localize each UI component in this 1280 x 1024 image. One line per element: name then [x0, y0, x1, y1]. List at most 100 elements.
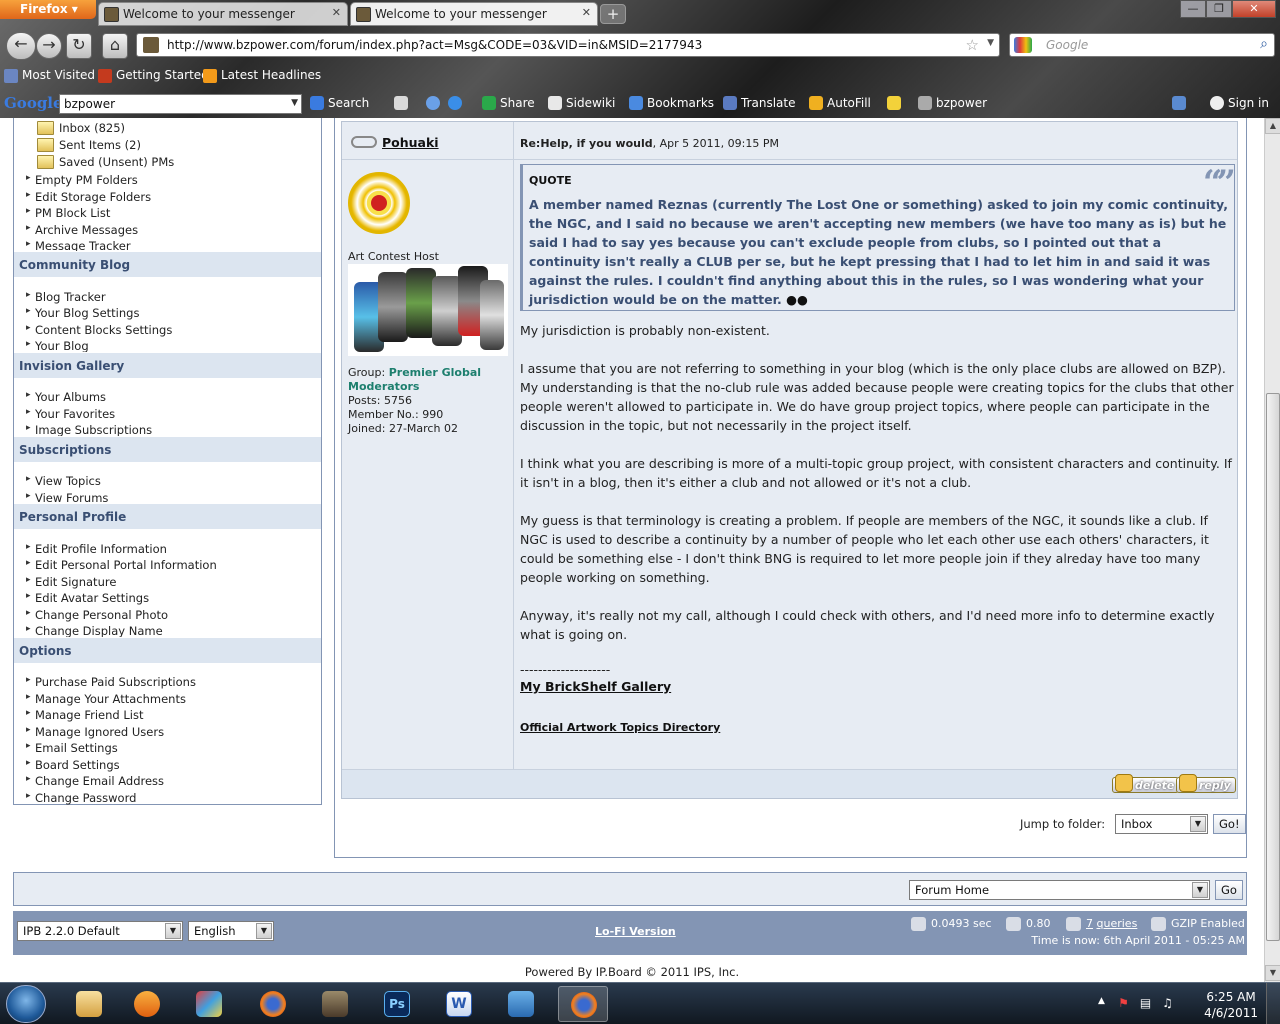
queries-link[interactable]: queries — [1097, 917, 1138, 930]
menu-edit-signature[interactable]: Edit Signature — [26, 575, 116, 589]
close-window-icon[interactable]: ✕ — [1232, 0, 1276, 18]
share-button[interactable]: Share — [482, 96, 535, 110]
menu-change-password[interactable]: Change Password — [26, 791, 136, 805]
scrollbar-thumb[interactable] — [1266, 393, 1280, 941]
close-tab-icon[interactable]: ✕ — [332, 6, 341, 19]
menu-your-albums[interactable]: Your Albums — [26, 390, 106, 404]
delete-button[interactable]: delete — [1112, 774, 1180, 793]
brickshelf-gallery-link[interactable]: My BrickShelf Gallery — [520, 677, 1235, 696]
jump-go-button[interactable]: Go! — [1213, 814, 1246, 834]
address-bar[interactable]: http://www.bzpower.com/forum/index.php?a… — [136, 33, 1000, 57]
taskbar-gimp[interactable] — [310, 986, 360, 1022]
menu-manage-your-attachments[interactable]: Manage Your Attachments — [26, 692, 186, 706]
taskbar-media-player[interactable] — [122, 986, 172, 1022]
firefox-menu-button[interactable]: Firefox ▾ — [0, 0, 96, 19]
chevron-down-icon[interactable]: ▼ — [1190, 816, 1206, 832]
taskbar-word[interactable]: W — [434, 986, 484, 1022]
lofi-version-link[interactable]: Lo-Fi Version — [595, 925, 676, 938]
taskbar-explorer[interactable] — [64, 986, 114, 1022]
menu-edit-profile-information[interactable]: Edit Profile Information — [26, 542, 167, 556]
bookmarks-button[interactable]: Bookmarks — [629, 96, 714, 110]
bookmark-most-visited[interactable]: Most Visited — [4, 68, 95, 83]
bookmark-getting-started[interactable]: Getting Started — [98, 68, 209, 83]
tab-messenger-2[interactable]: Welcome to your messenger ✕ — [350, 2, 598, 26]
chevron-down-icon[interactable]: ▼ — [987, 38, 994, 48]
menu-your-blog[interactable]: Your Blog — [26, 339, 89, 353]
menu-content-blocks-settings[interactable]: Content Blocks Settings — [26, 323, 172, 337]
back-arrow-icon[interactable]: ← — [6, 32, 36, 60]
taskbar-firefox-active[interactable] — [558, 986, 608, 1022]
menu-edit-storage-folders[interactable]: Edit Storage Folders — [26, 190, 151, 204]
menu-image-subscriptions[interactable]: Image Subscriptions — [26, 423, 152, 437]
menu-change-email-address[interactable]: Change Email Address — [26, 774, 164, 788]
page-scrollbar[interactable]: ▲ ▼ — [1264, 118, 1280, 982]
reply-button[interactable]: reply — [1176, 774, 1236, 793]
maximize-icon[interactable]: ❐ — [1206, 0, 1232, 18]
folder-sent-items[interactable]: Sent Items (2) — [37, 138, 141, 152]
bzpower-search-button[interactable]: bzpower — [918, 96, 987, 110]
skin-select[interactable]: IPB 2.2.0 Default ▼ — [17, 921, 183, 941]
forward-arrow-icon[interactable]: → — [36, 33, 62, 59]
chevron-down-icon[interactable]: ▼ — [291, 98, 298, 108]
google-toolbar-search-input[interactable]: bzpower ▼ — [59, 94, 302, 114]
google-search-button[interactable]: Search — [310, 96, 369, 110]
taskbar-control-panel[interactable] — [496, 986, 546, 1022]
volume-icon[interactable]: ♫ — [1160, 996, 1175, 1011]
minimize-icon[interactable]: — — [1180, 0, 1206, 18]
show-hidden-icons-icon[interactable]: ▲ — [1094, 996, 1109, 1011]
menu-empty-pm-folders[interactable]: Empty PM Folders — [26, 173, 138, 187]
bookmark-latest-headlines[interactable]: Latest Headlines — [203, 68, 321, 83]
highlighter-icon — [887, 96, 901, 110]
start-button[interactable] — [6, 985, 46, 1023]
skin-select-value: IPB 2.2.0 Default — [23, 924, 120, 938]
chevron-down-icon[interactable]: ▼ — [1192, 882, 1208, 898]
chevron-down-icon[interactable]: ▼ — [165, 923, 181, 939]
menu-board-settings[interactable]: Board Settings — [26, 758, 120, 772]
show-desktop-button[interactable] — [1266, 983, 1280, 1024]
menu-email-settings[interactable]: Email Settings — [26, 741, 118, 755]
menu-change-personal-photo[interactable]: Change Personal Photo — [26, 608, 168, 622]
folder-saved-pms[interactable]: Saved (Unsent) PMs — [37, 155, 174, 169]
translate-button[interactable]: Translate — [723, 96, 796, 110]
bookmark-star-icon[interactable]: ☆ — [966, 36, 979, 54]
menu-pm-block-list[interactable]: PM Block List — [26, 206, 110, 220]
chevron-down-icon[interactable]: ▼ — [256, 923, 272, 939]
menu-change-display-name[interactable]: Change Display Name — [26, 624, 163, 638]
reload-icon[interactable]: ↻ — [66, 33, 92, 59]
menu-your-blog-settings[interactable]: Your Blog Settings — [26, 306, 139, 320]
menu-edit-avatar-settings[interactable]: Edit Avatar Settings — [26, 591, 149, 605]
network-icon[interactable]: ▤ — [1138, 996, 1153, 1011]
sign-in-button[interactable]: Sign in — [1210, 96, 1269, 110]
taskbar-clock[interactable]: 6:25 AM 4/6/2011 — [1204, 989, 1258, 1021]
forum-go-button[interactable]: Go — [1215, 880, 1243, 900]
tab-messenger-1[interactable]: Welcome to your messenger ✕ — [98, 2, 348, 26]
sidewiki-button[interactable]: Sidewiki — [548, 96, 615, 110]
menu-purchase-paid-subscriptions[interactable]: Purchase Paid Subscriptions — [26, 675, 196, 689]
folder-select[interactable]: Inbox ▼ — [1115, 814, 1208, 834]
home-icon[interactable]: ⌂ — [102, 33, 128, 59]
menu-manage-ignored-users[interactable]: Manage Ignored Users — [26, 725, 164, 739]
menu-view-topics[interactable]: View Topics — [26, 474, 101, 488]
taskbar-photoshop[interactable]: Ps — [372, 986, 422, 1022]
menu-your-favorites[interactable]: Your Favorites — [26, 407, 115, 421]
author-name-link[interactable]: Pohuaki — [382, 135, 439, 150]
google-engine-icon[interactable] — [1014, 37, 1032, 53]
taskbar-firefox[interactable] — [248, 986, 298, 1022]
menu-edit-personal-portal-information[interactable]: Edit Personal Portal Information — [26, 558, 217, 572]
action-center-flag-icon[interactable]: ⚑ — [1116, 996, 1131, 1011]
forum-select[interactable]: Forum Home ▼ — [909, 880, 1210, 900]
folder-inbox[interactable]: Inbox (825) — [37, 121, 125, 135]
search-icon[interactable]: ⌕ — [1260, 36, 1268, 52]
new-tab-button[interactable]: + — [600, 4, 626, 24]
scroll-up-icon[interactable]: ▲ — [1265, 118, 1280, 134]
menu-blog-tracker[interactable]: Blog Tracker — [26, 290, 106, 304]
language-select[interactable]: English ▼ — [188, 921, 274, 941]
taskbar-paint[interactable] — [184, 986, 234, 1022]
autofill-button[interactable]: AutoFill — [809, 96, 871, 110]
search-input[interactable]: Google ⌕ — [1009, 33, 1275, 57]
official-artwork-directory-link[interactable]: Official Artwork Topics Directory — [520, 718, 1235, 737]
menu-manage-friend-list[interactable]: Manage Friend List — [26, 708, 144, 722]
close-tab-icon[interactable]: ✕ — [582, 6, 591, 19]
scroll-down-icon[interactable]: ▼ — [1265, 965, 1280, 981]
menu-archive-messages[interactable]: Archive Messages — [26, 223, 138, 237]
